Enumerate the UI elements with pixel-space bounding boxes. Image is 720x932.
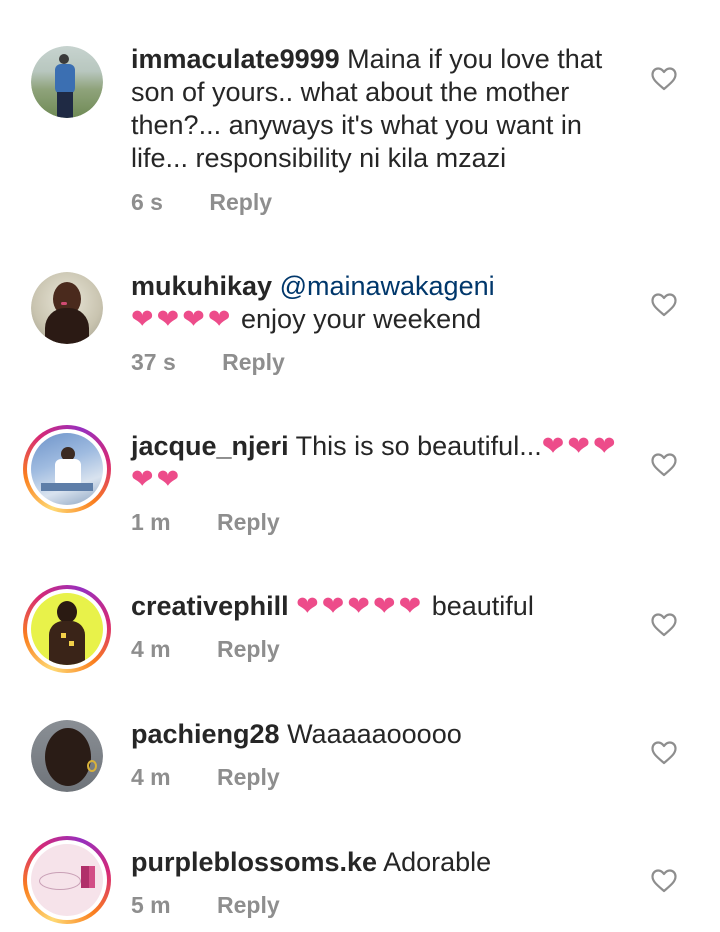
- comment-text: Waaaaaooooo: [287, 719, 462, 749]
- like-heart-icon[interactable]: [651, 869, 677, 893]
- like-heart-icon[interactable]: [651, 741, 677, 765]
- comment-text: This is so beautiful...: [295, 431, 542, 461]
- timestamp: 4 m: [131, 636, 171, 662]
- comment-body: creativephill ❤❤❤❤❤ beautiful: [131, 590, 621, 623]
- avatar-story-ring[interactable]: [23, 836, 111, 924]
- username-link[interactable]: pachieng28: [131, 719, 280, 749]
- comment-body: immaculate9999 Maina if you love that so…: [131, 43, 621, 175]
- avatar-story-ring[interactable]: [23, 425, 111, 513]
- comment-text: Adorable: [383, 847, 492, 877]
- mention-link[interactable]: @mainawakageni: [280, 271, 495, 301]
- avatar: [31, 593, 103, 665]
- avatar[interactable]: [31, 720, 103, 792]
- like-heart-icon[interactable]: [651, 613, 677, 637]
- reply-button[interactable]: Reply: [217, 892, 280, 919]
- comment-body: pachieng28 Waaaaaooooo: [131, 718, 621, 751]
- reply-button[interactable]: Reply: [209, 189, 272, 216]
- comment-body: jacque_njeri This is so beautiful...❤❤❤❤…: [131, 430, 621, 496]
- reply-button[interactable]: Reply: [217, 509, 280, 536]
- reply-button[interactable]: Reply: [222, 349, 285, 376]
- avatar-story-ring[interactable]: [23, 585, 111, 673]
- comment-body: mukuhikay @mainawakageni ❤❤❤❤ enjoy your…: [131, 270, 621, 336]
- like-heart-icon[interactable]: [651, 453, 677, 477]
- avatar: [31, 844, 103, 916]
- timestamp: 6 s: [131, 189, 163, 215]
- like-heart-icon[interactable]: [651, 67, 677, 91]
- username-link[interactable]: jacque_njeri: [131, 431, 289, 461]
- avatar[interactable]: [31, 272, 103, 344]
- timestamp: 37 s: [131, 349, 176, 375]
- comment-meta: 4 m Reply: [131, 636, 280, 663]
- username-link[interactable]: creativephill: [131, 591, 289, 621]
- username-link[interactable]: purpleblossoms.ke: [131, 847, 377, 877]
- avatar: [31, 433, 103, 505]
- heart-emoji: ❤❤❤❤: [131, 304, 234, 334]
- avatar[interactable]: [31, 46, 103, 118]
- comment-body: purpleblossoms.ke Adorable: [131, 846, 621, 879]
- reply-button[interactable]: Reply: [217, 636, 280, 663]
- timestamp: 1 m: [131, 509, 171, 535]
- comment-meta: 37 s Reply: [131, 349, 285, 376]
- comment-meta: 1 m Reply: [131, 509, 280, 536]
- username-link[interactable]: mukuhikay: [131, 271, 272, 301]
- comment-meta: 5 m Reply: [131, 892, 280, 919]
- reply-button[interactable]: Reply: [217, 764, 280, 791]
- like-heart-icon[interactable]: [651, 293, 677, 317]
- timestamp: 4 m: [131, 764, 171, 790]
- comment-meta: 4 m Reply: [131, 764, 280, 791]
- timestamp: 5 m: [131, 892, 171, 918]
- comment-text: beautiful: [431, 591, 534, 621]
- username-link[interactable]: immaculate9999: [131, 44, 340, 74]
- comment-text: enjoy your weekend: [241, 304, 482, 334]
- heart-emoji: ❤❤❤❤❤: [296, 591, 425, 621]
- comment-meta: 6 s Reply: [131, 189, 272, 216]
